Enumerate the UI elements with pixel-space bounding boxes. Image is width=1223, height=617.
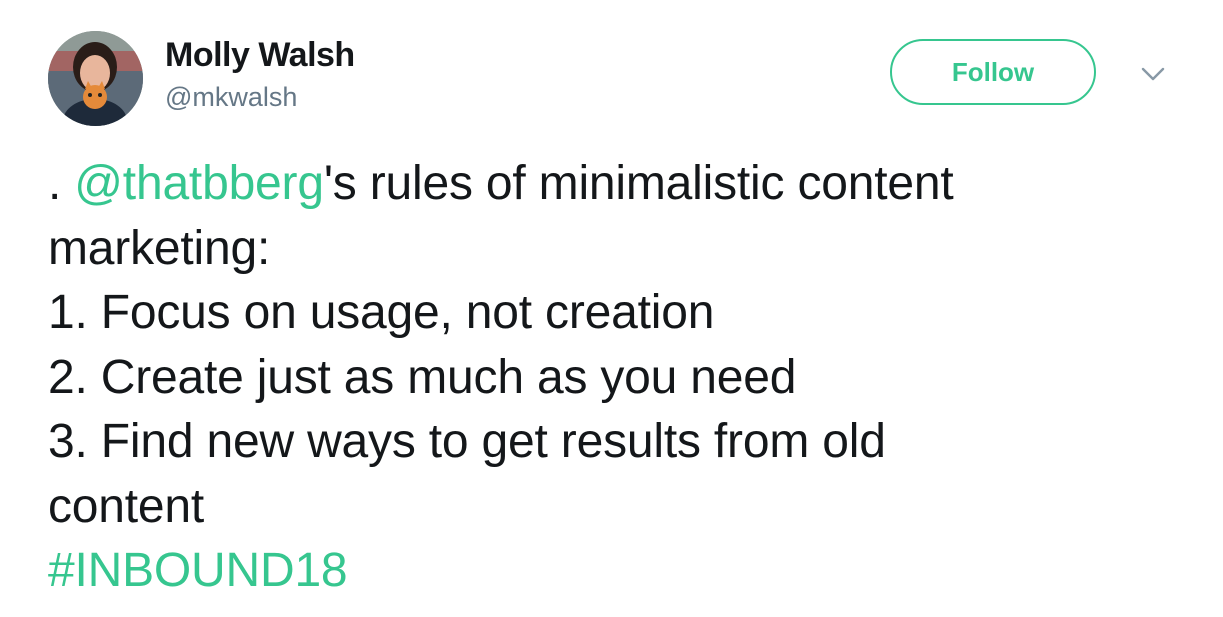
tweet-prefix: .	[48, 157, 75, 210]
tweet-line-4: 2. Create just as much as you need	[48, 350, 797, 404]
follow-button[interactable]: Follow	[890, 39, 1096, 105]
avatar-photo	[48, 31, 143, 126]
tweet-text: . @thatbberg's rules of minimalistic con…	[48, 152, 1168, 604]
tweet-line-6: content	[48, 479, 205, 533]
tweet-line-3: 1. Focus on usage, not creation	[48, 286, 715, 339]
tweet-line-1-rest: 's rules of minimalistic content	[323, 157, 954, 210]
author-handle[interactable]: @mkwalsh	[165, 82, 297, 113]
mention-link[interactable]: @thatbberg	[74, 157, 324, 210]
tweet-line-1: . @thatbberg's rules of minimalistic con…	[48, 152, 1168, 217]
chevron-down-icon[interactable]	[1140, 64, 1166, 84]
tweet-hashtag-line: #INBOUND18	[48, 539, 1168, 604]
author-avatar[interactable]	[48, 31, 143, 126]
tweet-card: Molly Walsh @mkwalsh Follow . @thatbberg…	[0, 0, 1223, 617]
author-name[interactable]: Molly Walsh	[165, 36, 355, 75]
tweet-line-5: 3. Find new ways to get results from old	[48, 415, 886, 468]
tweet-line-2: marketing:	[48, 221, 271, 275]
hashtag-link[interactable]: #INBOUND18	[48, 544, 348, 597]
